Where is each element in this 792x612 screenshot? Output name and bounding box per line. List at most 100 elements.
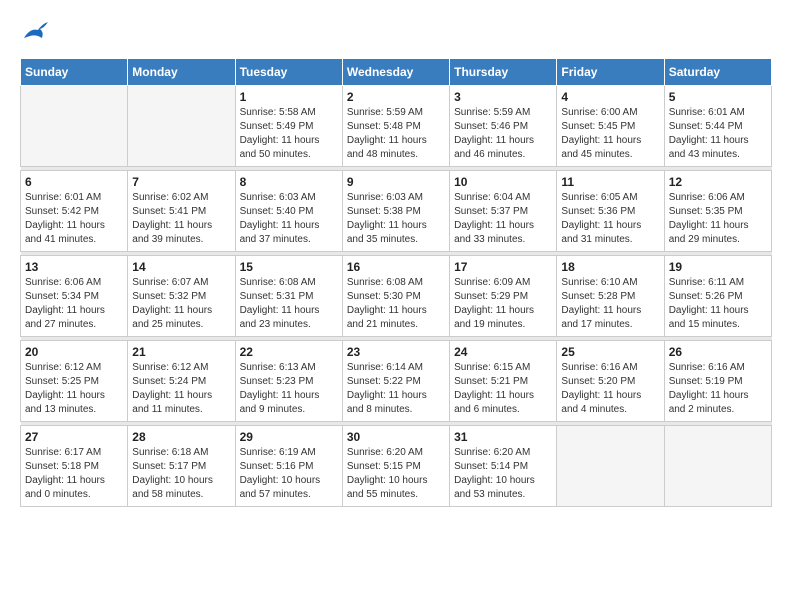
day-info: Sunrise: 6:05 AM Sunset: 5:36 PM Dayligh…: [561, 191, 659, 247]
calendar-day-cell: 16 Sunrise: 6:08 AM Sunset: 5:30 PM Dayli…: [342, 256, 449, 337]
day-info: Sunrise: 5:59 AM Sunset: 5:46 PM Dayligh…: [454, 106, 552, 162]
day-info: Sunrise: 6:03 AM Sunset: 5:40 PM Dayligh…: [240, 191, 338, 247]
calendar-day-cell: 15 Sunrise: 6:08 AM Sunset: 5:31 PM Dayli…: [235, 256, 342, 337]
day-number: 20: [25, 345, 123, 359]
calendar-day-cell: 17 Sunrise: 6:09 AM Sunset: 5:29 PM Dayli…: [450, 256, 557, 337]
day-info: Sunrise: 6:17 AM Sunset: 5:18 PM Dayligh…: [25, 446, 123, 502]
calendar-day-cell: [128, 86, 235, 167]
calendar-day-cell: 12 Sunrise: 6:06 AM Sunset: 5:35 PM Dayli…: [664, 171, 771, 252]
day-number: 24: [454, 345, 552, 359]
day-info: Sunrise: 6:06 AM Sunset: 5:35 PM Dayligh…: [669, 191, 767, 247]
calendar-day-cell: 22 Sunrise: 6:13 AM Sunset: 5:23 PM Dayli…: [235, 341, 342, 422]
day-number: 8: [240, 175, 338, 189]
calendar-day-cell: 1 Sunrise: 5:58 AM Sunset: 5:49 PM Daylig…: [235, 86, 342, 167]
day-info: Sunrise: 6:09 AM Sunset: 5:29 PM Dayligh…: [454, 276, 552, 332]
day-info: Sunrise: 6:16 AM Sunset: 5:19 PM Dayligh…: [669, 361, 767, 417]
calendar-day-cell: 4 Sunrise: 6:00 AM Sunset: 5:45 PM Daylig…: [557, 86, 664, 167]
day-number: 16: [347, 260, 445, 274]
day-info: Sunrise: 6:19 AM Sunset: 5:16 PM Dayligh…: [240, 446, 338, 502]
day-number: 29: [240, 430, 338, 444]
day-number: 27: [25, 430, 123, 444]
day-of-week-header: Tuesday: [235, 59, 342, 86]
day-info: Sunrise: 6:15 AM Sunset: 5:21 PM Dayligh…: [454, 361, 552, 417]
day-info: Sunrise: 6:20 AM Sunset: 5:15 PM Dayligh…: [347, 446, 445, 502]
day-number: 23: [347, 345, 445, 359]
day-number: 5: [669, 90, 767, 104]
calendar-day-cell: 11 Sunrise: 6:05 AM Sunset: 5:36 PM Dayli…: [557, 171, 664, 252]
day-number: 12: [669, 175, 767, 189]
calendar-week-row: 13Sunrise: 6:06 AM Sunset: 5:34 PM Dayli…: [21, 256, 772, 337]
calendar-day-cell: 31 Sunrise: 6:20 AM Sunset: 5:14 PM Dayli…: [450, 426, 557, 507]
calendar-day-cell: 24 Sunrise: 6:15 AM Sunset: 5:21 PM Dayli…: [450, 341, 557, 422]
day-of-week-header: Sunday: [21, 59, 128, 86]
day-info: Sunrise: 6:13 AM Sunset: 5:23 PM Dayligh…: [240, 361, 338, 417]
calendar-day-cell: 14 Sunrise: 6:07 AM Sunset: 5:32 PM Dayli…: [128, 256, 235, 337]
day-number: 21: [132, 345, 230, 359]
day-number: 7: [132, 175, 230, 189]
day-info: Sunrise: 6:07 AM Sunset: 5:32 PM Dayligh…: [132, 276, 230, 332]
calendar-day-cell: 13Sunrise: 6:06 AM Sunset: 5:34 PM Dayli…: [21, 256, 128, 337]
day-info: Sunrise: 6:14 AM Sunset: 5:22 PM Dayligh…: [347, 361, 445, 417]
calendar-day-cell: 20 Sunrise: 6:12 AM Sunset: 5:25 PM Dayli…: [21, 341, 128, 422]
day-of-week-header: Monday: [128, 59, 235, 86]
day-number: 14: [132, 260, 230, 274]
calendar-day-cell: [664, 426, 771, 507]
calendar-day-cell: 19Sunrise: 6:11 AM Sunset: 5:26 PM Dayli…: [664, 256, 771, 337]
day-info: Sunrise: 6:03 AM Sunset: 5:38 PM Dayligh…: [347, 191, 445, 247]
day-number: 22: [240, 345, 338, 359]
calendar-day-cell: [21, 86, 128, 167]
day-number: 15: [240, 260, 338, 274]
day-number: 31: [454, 430, 552, 444]
day-number: 6: [25, 175, 123, 189]
day-info: Sunrise: 5:58 AM Sunset: 5:49 PM Dayligh…: [240, 106, 338, 162]
calendar-week-row: 20 Sunrise: 6:12 AM Sunset: 5:25 PM Dayli…: [21, 341, 772, 422]
day-info: Sunrise: 6:12 AM Sunset: 5:25 PM Dayligh…: [25, 361, 123, 417]
calendar-week-row: 27 Sunrise: 6:17 AM Sunset: 5:18 PM Dayli…: [21, 426, 772, 507]
day-number: 13: [25, 260, 123, 274]
day-info: Sunrise: 5:59 AM Sunset: 5:48 PM Dayligh…: [347, 106, 445, 162]
day-info: Sunrise: 6:01 AM Sunset: 5:44 PM Dayligh…: [669, 106, 767, 162]
calendar-day-cell: 10 Sunrise: 6:04 AM Sunset: 5:37 PM Dayli…: [450, 171, 557, 252]
day-number: 4: [561, 90, 659, 104]
calendar-day-cell: 29 Sunrise: 6:19 AM Sunset: 5:16 PM Dayli…: [235, 426, 342, 507]
day-info: Sunrise: 6:12 AM Sunset: 5:24 PM Dayligh…: [132, 361, 230, 417]
day-number: 26: [669, 345, 767, 359]
day-info: Sunrise: 6:08 AM Sunset: 5:30 PM Dayligh…: [347, 276, 445, 332]
header: [20, 20, 772, 42]
day-number: 10: [454, 175, 552, 189]
day-number: 11: [561, 175, 659, 189]
day-number: 9: [347, 175, 445, 189]
day-info: Sunrise: 6:10 AM Sunset: 5:28 PM Dayligh…: [561, 276, 659, 332]
calendar-week-row: 6 Sunrise: 6:01 AM Sunset: 5:42 PM Daylig…: [21, 171, 772, 252]
day-info: Sunrise: 6:00 AM Sunset: 5:45 PM Dayligh…: [561, 106, 659, 162]
day-of-week-header: Saturday: [664, 59, 771, 86]
day-info: Sunrise: 6:18 AM Sunset: 5:17 PM Dayligh…: [132, 446, 230, 502]
calendar-day-cell: 5 Sunrise: 6:01 AM Sunset: 5:44 PM Daylig…: [664, 86, 771, 167]
calendar-day-cell: 7 Sunrise: 6:02 AM Sunset: 5:41 PM Daylig…: [128, 171, 235, 252]
calendar-day-cell: 8 Sunrise: 6:03 AM Sunset: 5:40 PM Daylig…: [235, 171, 342, 252]
day-number: 19: [669, 260, 767, 274]
calendar-day-cell: 2 Sunrise: 5:59 AM Sunset: 5:48 PM Daylig…: [342, 86, 449, 167]
day-number: 17: [454, 260, 552, 274]
calendar-day-cell: 23 Sunrise: 6:14 AM Sunset: 5:22 PM Dayli…: [342, 341, 449, 422]
calendar-day-cell: [557, 426, 664, 507]
calendar-day-cell: 6 Sunrise: 6:01 AM Sunset: 5:42 PM Daylig…: [21, 171, 128, 252]
day-info: Sunrise: 6:01 AM Sunset: 5:42 PM Dayligh…: [25, 191, 123, 247]
calendar-day-cell: 25Sunrise: 6:16 AM Sunset: 5:20 PM Dayli…: [557, 341, 664, 422]
day-of-week-header: Thursday: [450, 59, 557, 86]
day-info: Sunrise: 6:04 AM Sunset: 5:37 PM Dayligh…: [454, 191, 552, 247]
calendar-day-cell: 3 Sunrise: 5:59 AM Sunset: 5:46 PM Daylig…: [450, 86, 557, 167]
calendar-week-row: 1 Sunrise: 5:58 AM Sunset: 5:49 PM Daylig…: [21, 86, 772, 167]
day-number: 2: [347, 90, 445, 104]
day-info: Sunrise: 6:02 AM Sunset: 5:41 PM Dayligh…: [132, 191, 230, 247]
calendar-header-row: SundayMondayTuesdayWednesdayThursdayFrid…: [21, 59, 772, 86]
day-number: 1: [240, 90, 338, 104]
calendar-day-cell: 21 Sunrise: 6:12 AM Sunset: 5:24 PM Dayli…: [128, 341, 235, 422]
day-info: Sunrise: 6:16 AM Sunset: 5:20 PM Dayligh…: [561, 361, 659, 417]
logo: [20, 20, 50, 42]
calendar-day-cell: 18Sunrise: 6:10 AM Sunset: 5:28 PM Dayli…: [557, 256, 664, 337]
day-number: 3: [454, 90, 552, 104]
calendar-day-cell: 26 Sunrise: 6:16 AM Sunset: 5:19 PM Dayli…: [664, 341, 771, 422]
day-info: Sunrise: 6:08 AM Sunset: 5:31 PM Dayligh…: [240, 276, 338, 332]
day-info: Sunrise: 6:20 AM Sunset: 5:14 PM Dayligh…: [454, 446, 552, 502]
